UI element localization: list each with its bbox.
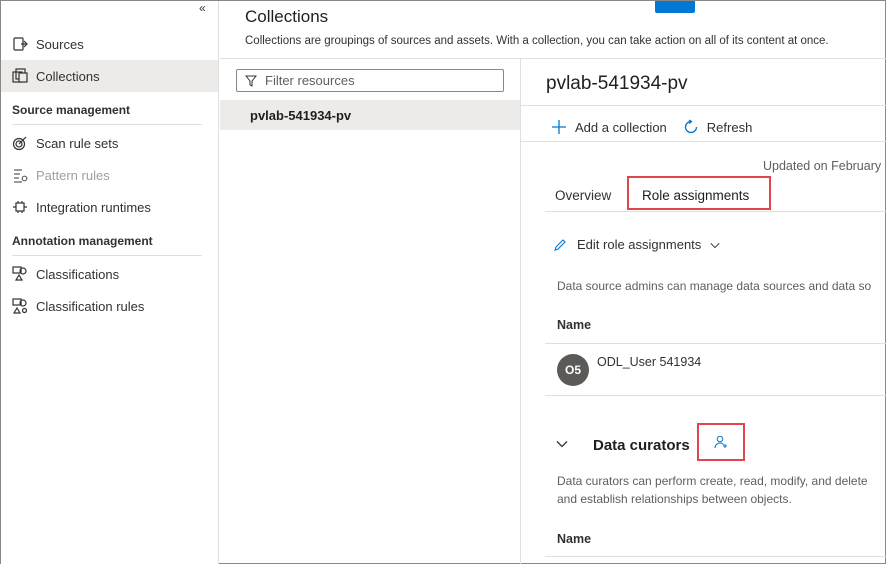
sidebar-item-label: Collections — [36, 68, 100, 84]
top-action-button[interactable] — [655, 1, 695, 13]
sidebar-item-label: Classifications — [36, 266, 120, 282]
updated-timestamp: Updated on February — [763, 159, 882, 173]
data-curators-title: Data curators — [593, 437, 690, 454]
command-bar-bottom-divider — [521, 141, 886, 142]
collection-tree-panel: pvlab-541934-pv — [220, 59, 521, 564]
sidebar-item-label: Integration runtimes — [36, 199, 151, 215]
table-header-divider — [545, 556, 886, 557]
sidebar-item-collections[interactable]: Collections — [1, 60, 218, 92]
pencil-icon — [554, 238, 566, 251]
sidebar-item-classifications[interactable]: Classifications — [1, 258, 218, 290]
sources-icon — [12, 36, 28, 52]
collection-title: pvlab-541934-pv — [546, 73, 688, 94]
sidebar-item-label: Pattern rules — [36, 167, 110, 183]
collapse-sidebar-button[interactable]: « — [199, 1, 206, 15]
add-user-icon[interactable] — [714, 435, 728, 449]
integration-runtimes-icon — [12, 199, 28, 215]
plus-icon — [552, 120, 566, 134]
refresh-button[interactable]: Refresh — [683, 119, 753, 135]
add-data-curator-highlight — [697, 423, 745, 461]
tab-overview[interactable]: Overview — [555, 179, 611, 211]
filter-resources-input[interactable] — [265, 73, 495, 88]
section-heading-annotation-management: Annotation management — [12, 234, 202, 256]
sidebar-item-label: Sources — [36, 36, 84, 52]
filter-resources-box[interactable] — [236, 69, 504, 92]
page-title: Collections — [245, 7, 329, 26]
sidebar-item-scan-rule-sets[interactable]: Scan rule sets — [1, 127, 218, 159]
edit-role-assignments-label: Edit role assignments — [577, 237, 702, 252]
name-column-header: Name — [557, 318, 592, 332]
collections-icon — [12, 68, 28, 84]
tree-item-collection[interactable]: pvlab-541934-pv — [220, 100, 520, 130]
refresh-icon — [684, 119, 697, 134]
sidebar-item-label: Classification rules — [36, 298, 145, 314]
table-header-divider — [545, 343, 886, 344]
classifications-icon — [12, 266, 28, 282]
refresh-label: Refresh — [706, 119, 753, 135]
edit-role-assignments-button[interactable]: Edit role assignments — [553, 237, 721, 252]
avatar: O5 — [557, 354, 589, 386]
sidebar-item-sources[interactable]: Sources — [1, 28, 218, 60]
table-row-divider — [545, 395, 886, 396]
command-bar-top-divider — [521, 105, 886, 106]
sidebar-item-integration-runtimes[interactable]: Integration runtimes — [1, 191, 218, 223]
user-name: ODL_User 541934 — [597, 355, 702, 369]
sidebar-item-label: Scan rule sets — [36, 135, 119, 151]
data-source-admins-description: Data source admins can manage data sourc… — [557, 279, 872, 293]
command-bar: Add a collection Refresh — [551, 111, 752, 143]
section-heading-source-management: Source management — [12, 103, 202, 125]
collection-detail-panel: pvlab-541934-pv Add a collection Refresh… — [521, 59, 886, 564]
pattern-rules-icon — [12, 167, 28, 183]
data-curators-description-line2: and establish relationships between obje… — [557, 492, 792, 506]
data-curators-description-line1: Data curators can perform create, read, … — [557, 474, 868, 488]
sidebar-item-pattern-rules[interactable]: Pattern rules — [1, 159, 218, 191]
add-collection-label: Add a collection — [575, 119, 667, 135]
sidebar-item-classification-rules[interactable]: Classification rules — [1, 290, 218, 322]
scan-rule-sets-icon — [12, 135, 28, 151]
name-column-header: Name — [557, 532, 592, 546]
filter-icon — [245, 75, 257, 87]
tab-label: Overview — [555, 187, 612, 203]
chevron-down-icon[interactable] — [555, 437, 569, 451]
add-collection-button[interactable]: Add a collection — [551, 119, 667, 135]
tree-item-label: pvlab-541934-pv — [250, 107, 352, 123]
chevron-down-icon — [710, 242, 720, 248]
page-description: Collections are groupings of sources and… — [245, 35, 829, 47]
role-assignments-highlight — [627, 176, 771, 210]
sidebar: « Sources Collections Source management … — [1, 1, 219, 564]
classification-rules-icon — [12, 298, 28, 314]
